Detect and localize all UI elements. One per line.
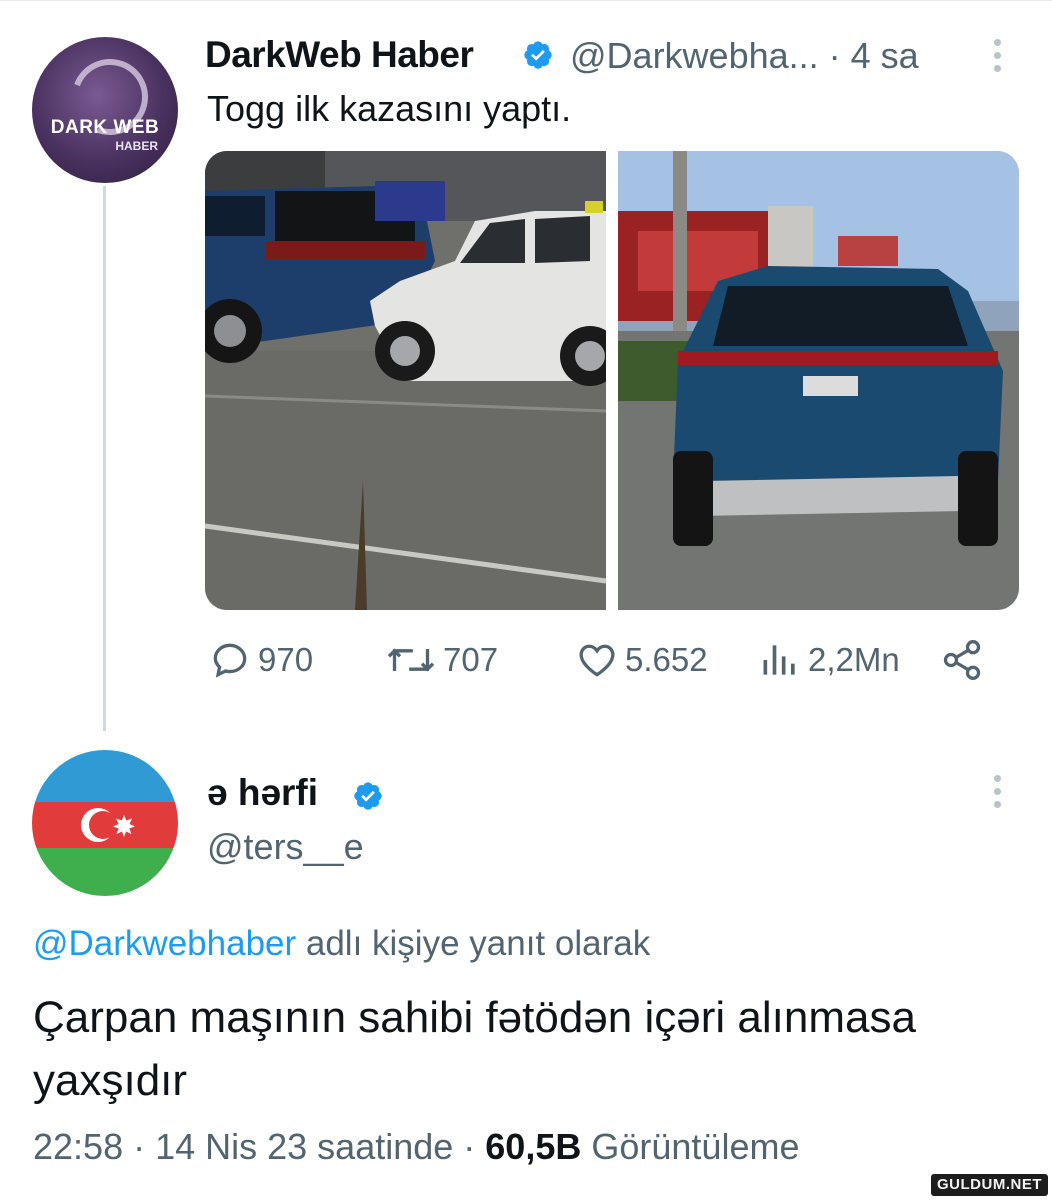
tweet-action-bar: 970 707 5.652 2,2Mn (0, 638, 1052, 692)
avatar-logo-text: DARK WEB (50, 117, 160, 138)
accident-photo-left (205, 151, 606, 610)
author-name[interactable]: DarkWeb Haber (205, 34, 474, 76)
retweet-button[interactable]: 707 (385, 638, 498, 682)
reply-to-label: adlı kişiye yanıt olarak (296, 924, 651, 963)
azerbaijan-flag-crescent-star-icon (81, 808, 135, 842)
reply-author-handle[interactable]: @ters__e (207, 826, 364, 868)
reply-timestamp[interactable]: 22:58 · 14 Nis 23 saatinde · (33, 1126, 485, 1167)
reply-meta-line: 22:58 · 14 Nis 23 saatinde · 60,5B Görün… (33, 1126, 799, 1168)
site-watermark: GULDUM.NET (931, 1174, 1048, 1196)
reply-view-count: 60,5B (485, 1126, 582, 1167)
top-divider (0, 0, 1052, 1)
reply-view-label: Görüntüleme (581, 1126, 800, 1167)
tweet-photo-1[interactable] (205, 151, 606, 610)
replying-to-line: @Darkwebhaber adlı kişiye yanıt olarak (33, 924, 650, 964)
heart-icon (579, 644, 615, 677)
share-icon (943, 640, 981, 680)
reply-icon (213, 643, 247, 678)
view-count: 2,2Mn (808, 641, 900, 678)
avatar-e-herfi[interactable] (32, 750, 178, 896)
retweet-icon (387, 648, 435, 672)
author-handle-and-time[interactable]: @Darkwebha... · 4 sa (570, 35, 919, 77)
accident-photo-right (618, 151, 1019, 610)
tweet-time[interactable]: · 4 sa (829, 35, 919, 76)
views-button[interactable]: 2,2Mn (758, 638, 900, 682)
author-handle[interactable]: @Darkwebha... (570, 35, 819, 76)
reply-text: Çarpan maşının sahibi fətödən içəri alın… (33, 993, 916, 1105)
verified-badge-icon (524, 41, 552, 69)
more-options-icon[interactable] (994, 39, 1004, 78)
tweet-photo-2[interactable] (618, 151, 1019, 610)
avatar-logo-subtext: HABER (115, 139, 158, 153)
avatar-darkweb-haber[interactable]: DARK WEB HABER (32, 37, 178, 183)
more-options-icon[interactable] (994, 775, 1004, 814)
like-count: 5.652 (625, 641, 708, 678)
share-button[interactable] (940, 638, 990, 682)
views-chart-icon (763, 645, 795, 675)
reply-count: 970 (258, 641, 314, 678)
retweet-count: 707 (443, 641, 499, 678)
verified-badge-icon (354, 782, 382, 810)
like-button[interactable]: 5.652 (575, 638, 708, 682)
reply-button[interactable]: 970 (208, 638, 313, 682)
tweet-text: Togg ilk kazasını yaptı. (207, 88, 572, 129)
reply-mention-link[interactable]: @Darkwebhaber (33, 924, 296, 963)
reply-author-name[interactable]: ə hərfi (207, 772, 318, 814)
